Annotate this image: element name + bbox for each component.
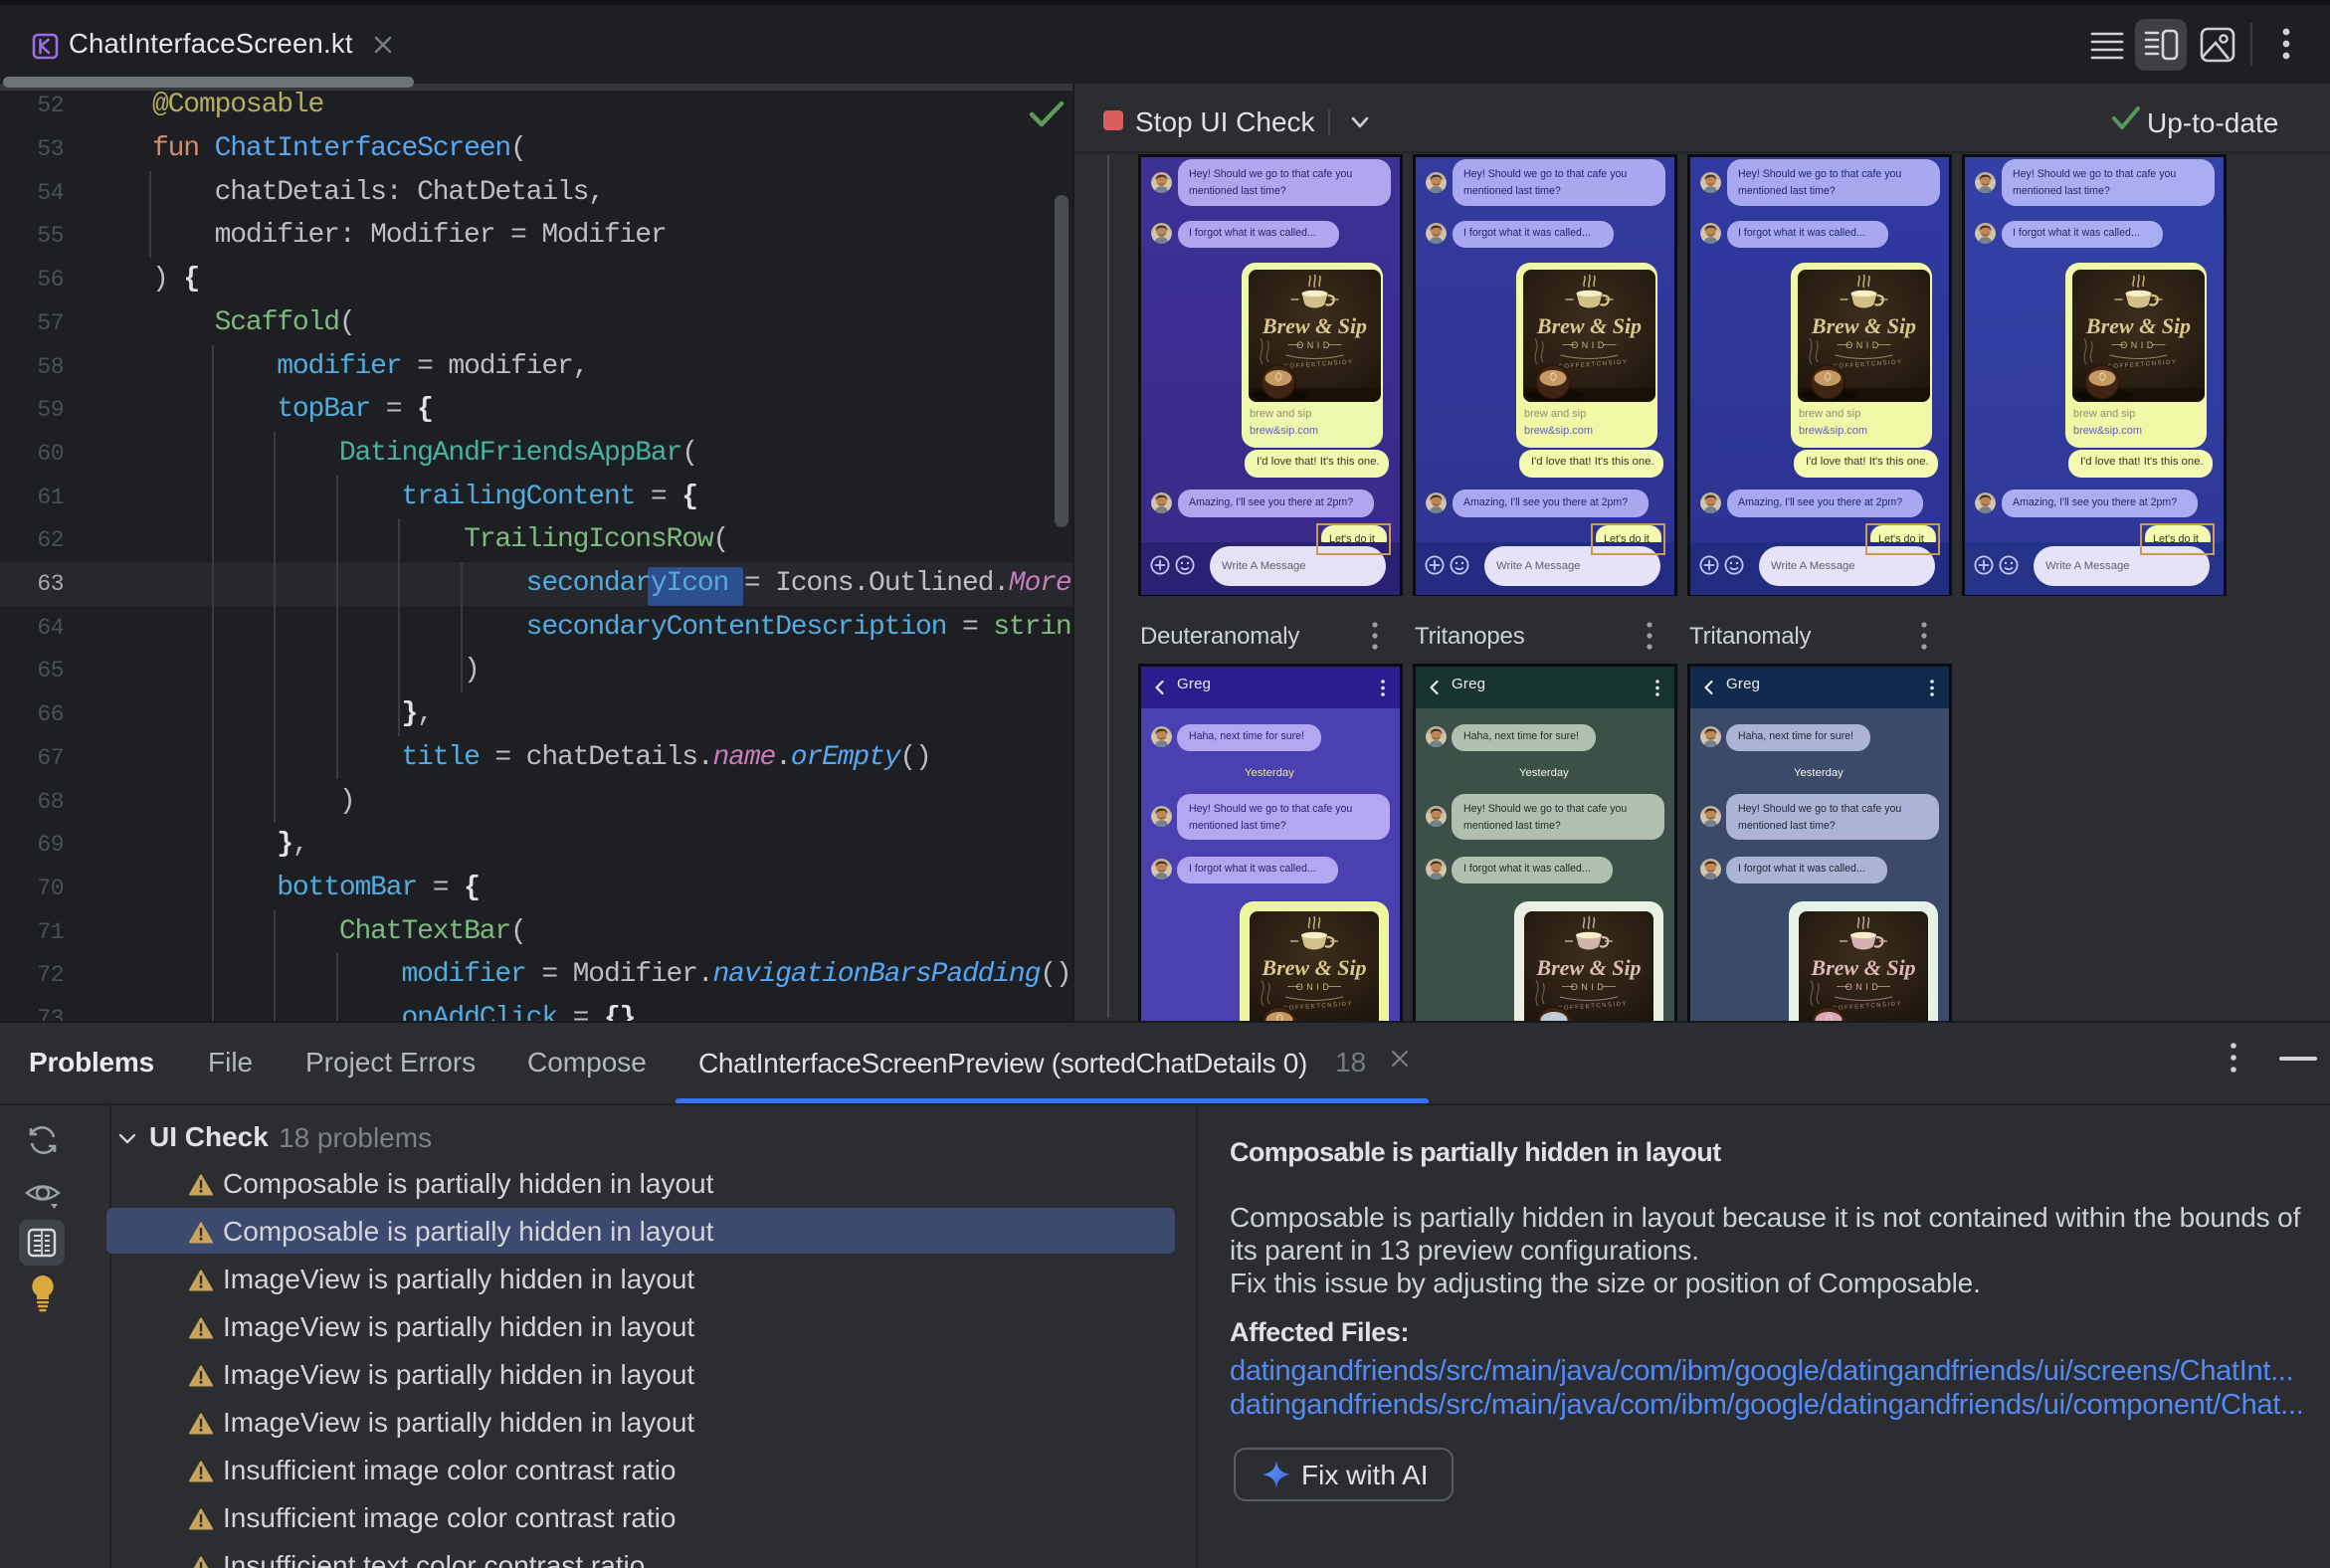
svg-text:ONID: ONID — [1571, 340, 1608, 350]
svg-text:Brew & Sip: Brew & Sip — [1261, 955, 1366, 980]
svg-text:ONID: ONID — [1845, 340, 1882, 350]
svg-text:ONID: ONID — [2120, 340, 2157, 350]
svg-text:Brew & Sip: Brew & Sip — [2085, 313, 2191, 338]
svg-text:Brew & Sip: Brew & Sip — [1262, 313, 1367, 338]
svg-text:Brew & Sip: Brew & Sip — [1810, 955, 1915, 980]
svg-text:ONID: ONID — [1845, 982, 1882, 992]
svg-text:Brew & Sip: Brew & Sip — [1535, 955, 1641, 980]
svg-text:ONID: ONID — [1571, 982, 1608, 992]
svg-text:ONID: ONID — [1296, 982, 1333, 992]
svg-text:ONID: ONID — [1296, 340, 1333, 350]
svg-text:Brew & Sip: Brew & Sip — [1536, 313, 1642, 338]
svg-text:Brew & Sip: Brew & Sip — [1811, 313, 1916, 338]
